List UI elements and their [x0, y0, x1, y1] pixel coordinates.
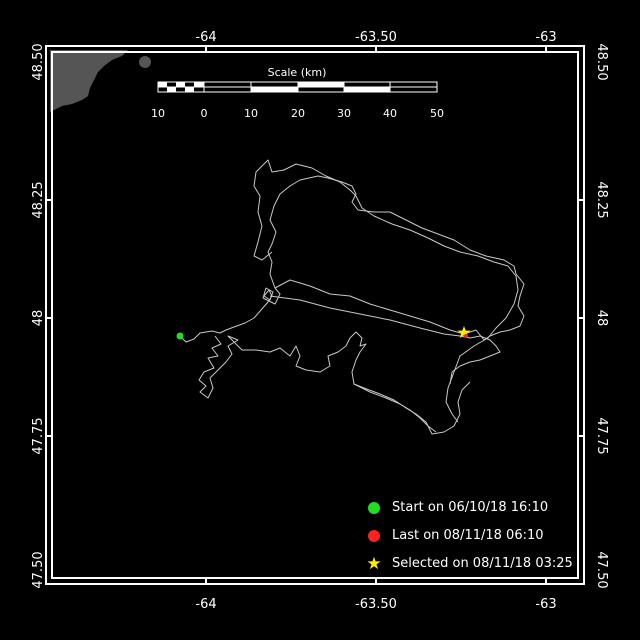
scale-label: 10: [244, 107, 258, 120]
scale-label: 30: [337, 107, 351, 120]
small-island: [139, 56, 151, 68]
scale-label: 10: [151, 107, 165, 120]
top-tick-label: -63.50: [355, 30, 397, 45]
legend-selected-label: Selected on 08/11/18 03:25: [392, 556, 573, 571]
legend-last-label: Last on 08/11/18 06:10: [392, 528, 544, 543]
track-main-loop: [267, 175, 525, 341]
scale-title: Scale (km): [268, 66, 327, 79]
track-south: [353, 383, 437, 433]
top-tick-label: -64: [195, 30, 216, 45]
red-circle-icon: [364, 526, 384, 549]
bottom-tick-label: -63: [535, 597, 556, 612]
left-tick-label: 47.50: [31, 551, 46, 588]
start-marker: [176, 332, 184, 340]
scale-label: 0: [201, 107, 208, 120]
yellow-star-icon: ★: [366, 554, 382, 574]
legend-start-label: Start on 06/10/18 16:10: [392, 500, 549, 515]
right-tick-label: 47.50: [594, 551, 609, 588]
right-tick-label: 48.25: [594, 181, 609, 218]
scale-label: 40: [383, 107, 397, 120]
left-tick-label: 48.50: [31, 43, 46, 80]
bottom-tick-label: -64: [195, 597, 216, 612]
right-tick-label: 47.75: [594, 417, 609, 454]
right-tick-label: 48.50: [594, 43, 609, 80]
scale-label: 50: [430, 107, 444, 120]
bottom-tick-label: -63.50: [355, 597, 397, 612]
track-west-scribble: [198, 331, 471, 435]
left-tick-label: 48: [31, 310, 46, 327]
track-west-loop: [179, 287, 281, 343]
track-map: -64 -63.50 -63 -64 -63.50 -63 48.50 48.2…: [31, 30, 609, 612]
green-circle-icon: [364, 498, 384, 521]
last-marker: [464, 334, 468, 338]
left-tick-label: 48.25: [31, 181, 46, 218]
left-tick-label: 47.75: [31, 417, 46, 454]
animal-track: [179, 159, 525, 435]
scale-bar: Scale (km) 10 0 10 20 30 40 50: [151, 66, 444, 120]
top-tick-label: -63: [535, 30, 556, 45]
track-cross: [269, 295, 501, 385]
track-north-wander: [255, 159, 519, 423]
track-inner-lines: [253, 171, 273, 261]
scale-label: 20: [291, 107, 305, 120]
right-tick-label: 48: [594, 310, 609, 327]
land-mass: [50, 50, 128, 112]
